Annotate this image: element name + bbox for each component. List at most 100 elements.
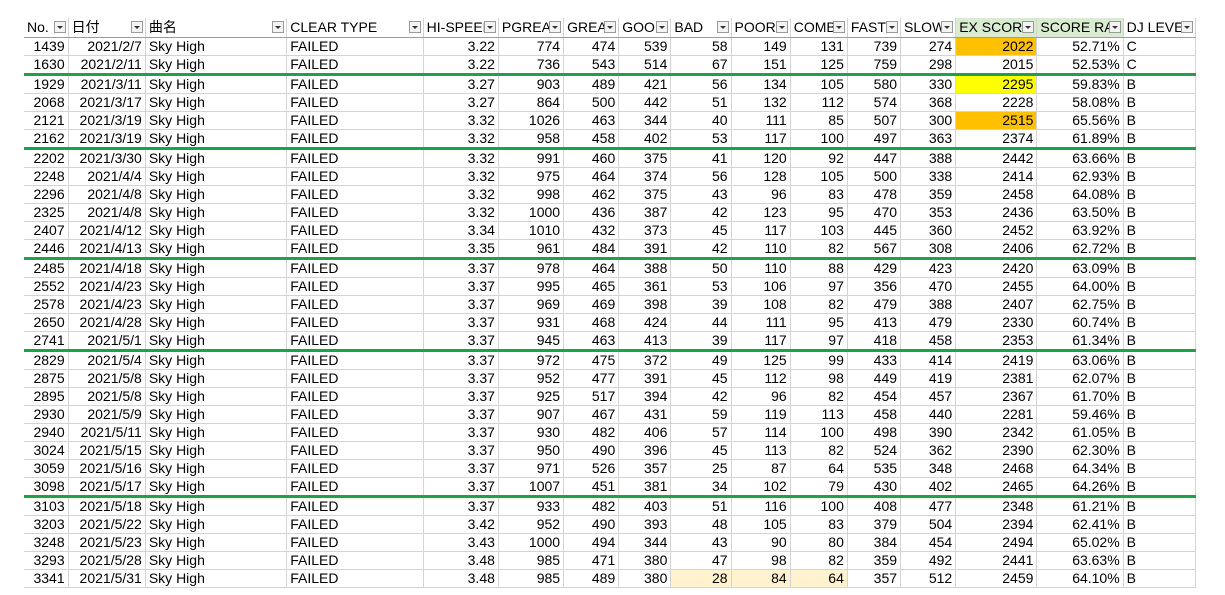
cell-fast[interactable]: 430	[847, 477, 902, 498]
cell-good[interactable]: 375	[618, 148, 672, 168]
cell-bad[interactable]: 42	[670, 239, 732, 260]
cell-date[interactable]: 2021/5/4	[68, 350, 146, 370]
cell-combo[interactable]: 82	[790, 295, 848, 314]
cell-score-rate[interactable]: 63.06%	[1036, 350, 1124, 370]
cell-great[interactable]: 494	[563, 533, 620, 552]
cell-score-rate[interactable]: 61.34%	[1036, 331, 1124, 352]
cell-song[interactable]: Sky High	[145, 295, 288, 314]
cell-date[interactable]: 2021/4/23	[68, 277, 146, 296]
filter-dropdown-good[interactable]	[656, 21, 669, 33]
cell-score-rate[interactable]: 62.07%	[1036, 369, 1124, 388]
cell-hi-speed[interactable]: 3.34	[423, 221, 499, 240]
cell-good[interactable]: 344	[618, 111, 672, 130]
cell-ex-score[interactable]: 2353	[955, 331, 1038, 352]
cell-dj-level[interactable]: C	[1123, 55, 1197, 76]
cell-pgreat[interactable]: 925	[498, 387, 565, 406]
cell-date[interactable]: 2021/2/7	[68, 37, 146, 56]
cell-pgreat[interactable]: 933	[498, 496, 565, 516]
cell-song[interactable]: Sky High	[145, 533, 288, 552]
cell-fast[interactable]: 357	[847, 569, 902, 588]
cell-dj-level[interactable]: B	[1123, 569, 1197, 588]
cell-dj-level[interactable]: B	[1123, 167, 1197, 186]
cell-ex-score[interactable]: 2342	[955, 423, 1038, 442]
cell-hi-speed[interactable]: 3.27	[423, 93, 499, 112]
cell-song[interactable]: Sky High	[145, 74, 288, 94]
cell-bad[interactable]: 56	[670, 74, 732, 94]
cell-ex-score[interactable]: 2015	[955, 55, 1038, 76]
cell-date[interactable]: 2021/4/28	[68, 313, 146, 332]
cell-hi-speed[interactable]: 3.37	[423, 459, 499, 478]
cell-no[interactable]: 2930	[24, 405, 69, 424]
cell-good[interactable]: 413	[618, 331, 672, 352]
cell-date[interactable]: 2021/4/18	[68, 258, 146, 278]
cell-score-rate[interactable]: 59.83%	[1036, 74, 1124, 94]
filter-dropdown-poor[interactable]	[775, 21, 788, 33]
cell-combo[interactable]: 92	[790, 148, 848, 168]
cell-clear-type[interactable]: FAILED	[286, 74, 424, 94]
cell-fast[interactable]: 524	[847, 441, 902, 460]
cell-dj-level[interactable]: B	[1123, 185, 1197, 204]
cell-score-rate[interactable]: 63.92%	[1036, 221, 1124, 240]
cell-slow[interactable]: 454	[900, 533, 957, 552]
cell-dj-level[interactable]: B	[1123, 258, 1197, 278]
cell-fast[interactable]: 497	[847, 129, 902, 150]
cell-hi-speed[interactable]: 3.37	[423, 423, 499, 442]
cell-song[interactable]: Sky High	[145, 277, 288, 296]
cell-clear-type[interactable]: FAILED	[286, 459, 424, 478]
cell-dj-level[interactable]: B	[1123, 369, 1197, 388]
cell-no[interactable]: 3293	[24, 551, 69, 570]
cell-clear-type[interactable]: FAILED	[286, 295, 424, 314]
cell-slow[interactable]: 388	[900, 295, 957, 314]
cell-no[interactable]: 1439	[24, 37, 69, 56]
cell-score-rate[interactable]: 62.93%	[1036, 167, 1124, 186]
cell-dj-level[interactable]: B	[1123, 496, 1197, 516]
cell-pgreat[interactable]: 971	[498, 459, 565, 478]
cell-clear-type[interactable]: FAILED	[286, 258, 424, 278]
cell-hi-speed[interactable]: 3.37	[423, 496, 499, 516]
cell-song[interactable]: Sky High	[145, 477, 288, 498]
cell-pgreat[interactable]: 1010	[498, 221, 565, 240]
cell-song[interactable]: Sky High	[145, 496, 288, 516]
cell-score-rate[interactable]: 65.02%	[1036, 533, 1124, 552]
cell-date[interactable]: 2021/3/19	[68, 129, 146, 150]
cell-fast[interactable]: 458	[847, 405, 902, 424]
cell-combo[interactable]: 64	[790, 459, 848, 478]
cell-combo[interactable]: 125	[790, 55, 848, 76]
cell-no[interactable]: 2296	[24, 185, 69, 204]
cell-score-rate[interactable]: 62.75%	[1036, 295, 1124, 314]
cell-date[interactable]: 2021/4/13	[68, 239, 146, 260]
cell-score-rate[interactable]: 64.34%	[1036, 459, 1124, 478]
cell-poor[interactable]: 96	[731, 387, 791, 406]
cell-date[interactable]: 2021/5/1	[68, 331, 146, 352]
cell-great[interactable]: 469	[563, 295, 620, 314]
cell-pgreat[interactable]: 991	[498, 148, 565, 168]
cell-song[interactable]: Sky High	[145, 350, 288, 370]
cell-pgreat[interactable]: 1026	[498, 111, 565, 130]
cell-poor[interactable]: 149	[731, 37, 791, 56]
cell-clear-type[interactable]: FAILED	[286, 350, 424, 370]
cell-no[interactable]: 2895	[24, 387, 69, 406]
filter-dropdown-clear-type[interactable]	[408, 21, 421, 33]
cell-score-rate[interactable]: 63.66%	[1036, 148, 1124, 168]
cell-song[interactable]: Sky High	[145, 239, 288, 260]
cell-great[interactable]: 462	[563, 185, 620, 204]
cell-bad[interactable]: 39	[670, 295, 732, 314]
filter-dropdown-slow[interactable]	[941, 21, 954, 33]
cell-slow[interactable]: 363	[900, 129, 957, 150]
cell-good[interactable]: 514	[618, 55, 672, 76]
cell-clear-type[interactable]: FAILED	[286, 203, 424, 222]
cell-clear-type[interactable]: FAILED	[286, 441, 424, 460]
cell-slow[interactable]: 368	[900, 93, 957, 112]
cell-great[interactable]: 458	[563, 129, 620, 150]
cell-no[interactable]: 2875	[24, 369, 69, 388]
cell-hi-speed[interactable]: 3.22	[423, 37, 499, 56]
cell-combo[interactable]: 105	[790, 167, 848, 186]
cell-song[interactable]: Sky High	[145, 313, 288, 332]
cell-hi-speed[interactable]: 3.37	[423, 277, 499, 296]
cell-hi-speed[interactable]: 3.37	[423, 331, 499, 352]
cell-slow[interactable]: 458	[900, 331, 957, 352]
cell-dj-level[interactable]: C	[1123, 37, 1197, 56]
cell-hi-speed[interactable]: 3.27	[423, 74, 499, 94]
cell-dj-level[interactable]: B	[1123, 350, 1197, 370]
cell-score-rate[interactable]: 52.71%	[1036, 37, 1124, 56]
